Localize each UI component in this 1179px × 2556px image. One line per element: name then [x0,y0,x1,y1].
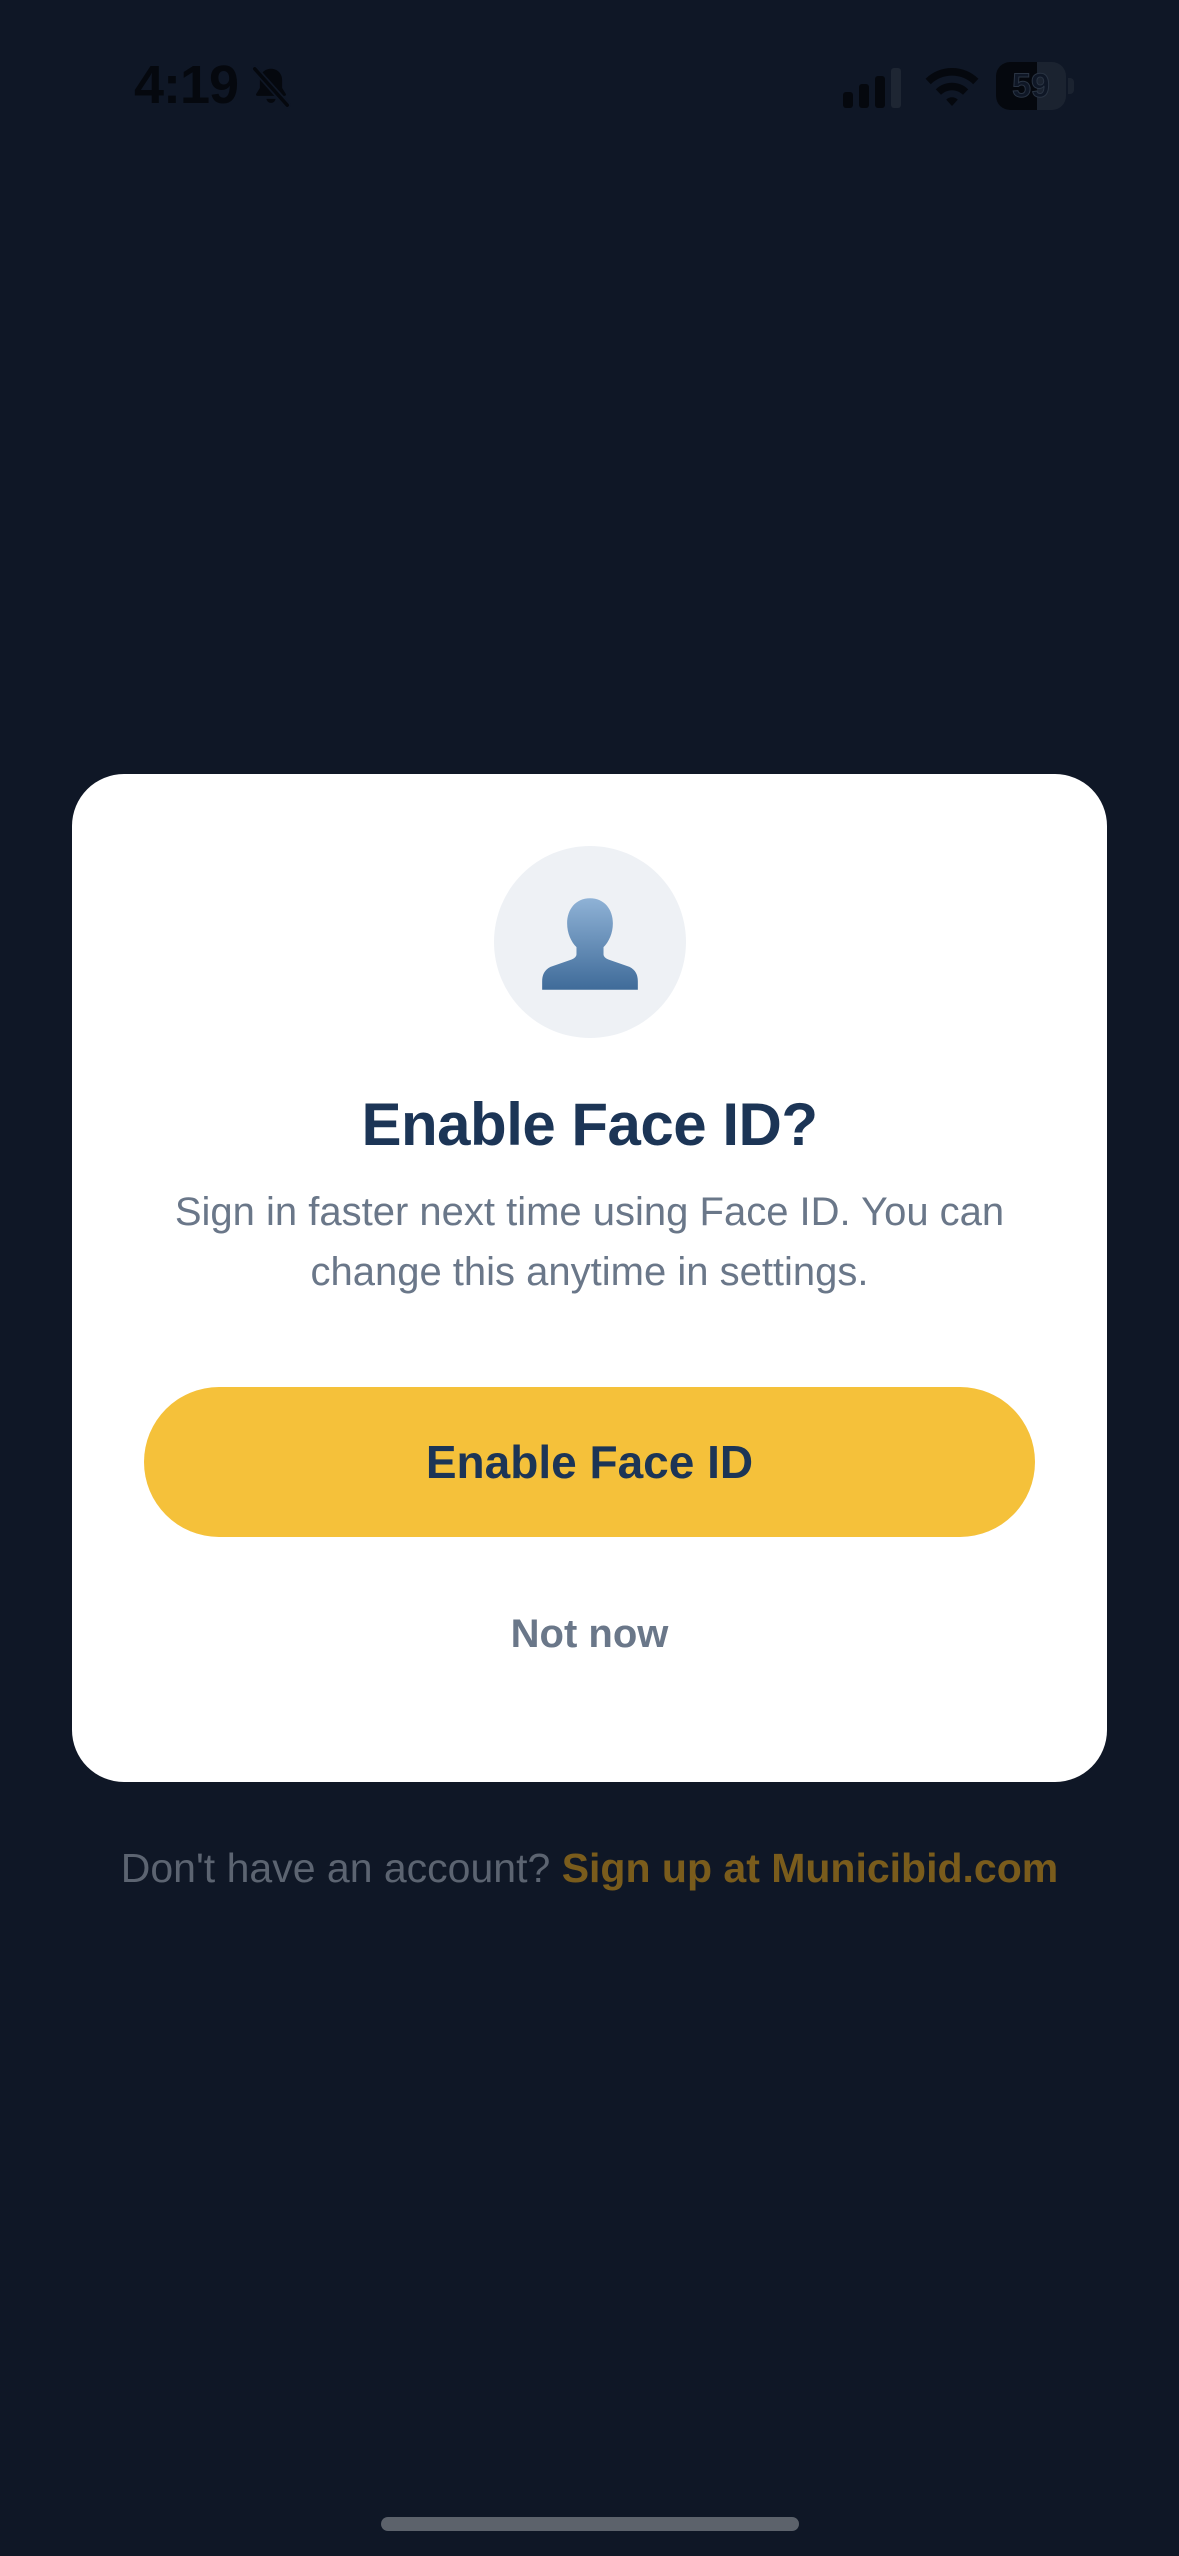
enable-face-id-button[interactable]: Enable Face ID [144,1387,1035,1537]
signup-row: Don't have an account? Sign up at Munici… [0,1838,1179,1898]
status-time: 4:19 [134,55,239,115]
home-indicator[interactable] [381,2517,799,2531]
signup-prompt: Don't have an account? [120,1845,562,1891]
cellular-signal-icon [843,68,901,108]
signup-link[interactable]: Sign up at Municibid.com [562,1845,1059,1891]
dialog-message: Sign in faster next time using Face ID. … [174,1190,1005,1294]
face-id-dialog: Enable Face ID? Sign in faster next time… [72,774,1107,1782]
bell-slash-icon [251,65,291,109]
not-now-button[interactable]: Not now [372,1594,807,1674]
battery-icon: 59 [996,62,1074,110]
person-silhouette-icon [542,898,638,990]
battery-level: 59 [1012,67,1051,106]
dialog-title: Enable Face ID? [361,1091,818,1158]
wifi-icon [925,68,979,106]
avatar [494,846,686,1038]
status-bar: 4:19 59 [0,0,1179,170]
